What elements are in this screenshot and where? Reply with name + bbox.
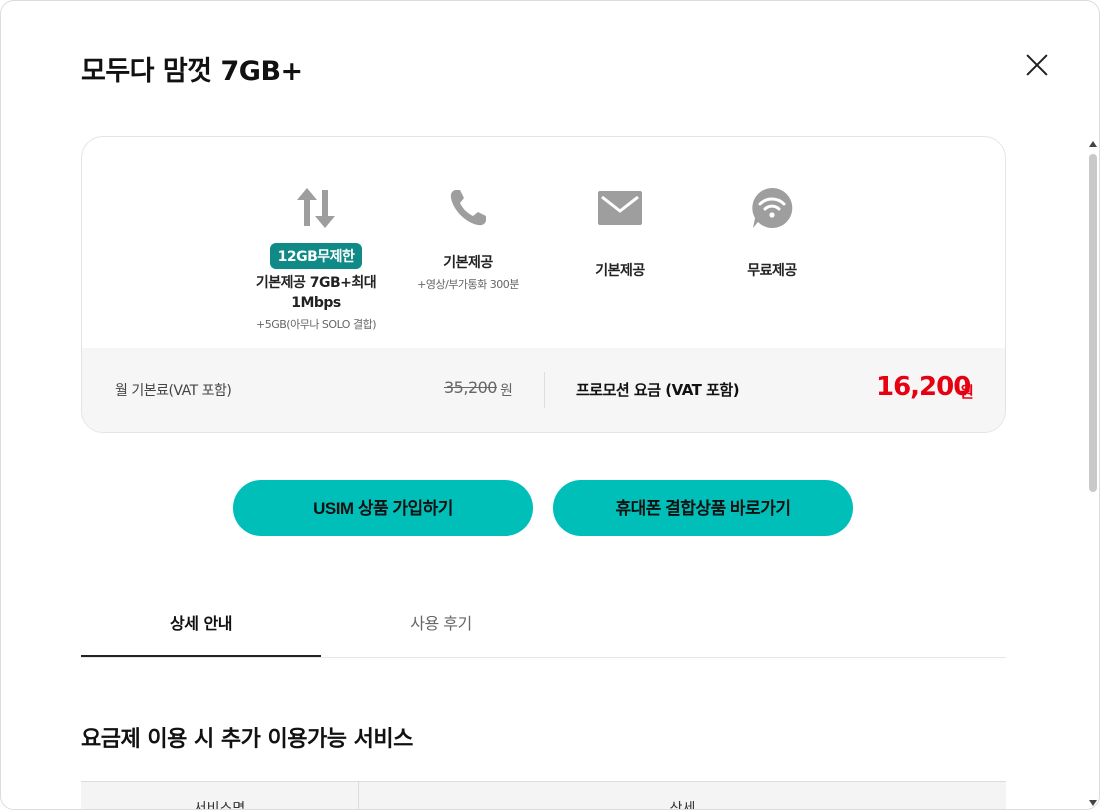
feature-sub-text: +영상/부가통화 300분	[417, 278, 519, 291]
table-header-detail: 상세	[669, 801, 696, 810]
phone-icon	[393, 185, 543, 231]
feature-main-text: 기본제공 7GB+최대1Mbps	[255, 275, 377, 311]
feature-sms: 기본제공	[545, 185, 695, 281]
plan-summary-card: 12GB무제한 기본제공 7GB+최대1Mbps +5GB(아무나 SOLO 결…	[81, 136, 1006, 433]
plan-detail-modal: 모두다 맘껏 7GB+ 12GB무제한 기본제공 7GB+최대1Mbps +5G…	[0, 0, 1100, 810]
promo-price-label: 프로모션 요금 (VAT 포함)	[576, 381, 740, 399]
data-transfer-icon	[241, 185, 391, 231]
feature-wifi: 무료제공	[697, 185, 847, 281]
tab-details[interactable]: 상세 안내	[81, 601, 321, 657]
phone-bundle-button[interactable]: 휴대폰 결합상품 바로가기	[553, 480, 853, 536]
scroll-thumb[interactable]	[1089, 154, 1097, 492]
price-divider	[544, 372, 545, 408]
feature-main-text: 기본제공	[443, 255, 493, 271]
promo-price-unit: 원	[960, 383, 974, 401]
mail-icon	[545, 185, 695, 231]
feature-main-text: 기본제공	[595, 263, 645, 279]
table-header-service-name: 서비스명	[193, 801, 246, 810]
original-price-unit: 원	[500, 383, 513, 399]
tab-reviews[interactable]: 사용 후기	[321, 601, 561, 655]
services-table-header: 서비스명 상세	[81, 781, 1006, 810]
section-title: 요금제 이용 시 추가 이용가능 서비스	[81, 727, 413, 752]
scroll-up-arrow-icon[interactable]	[1089, 141, 1097, 147]
feature-main-text: 무료제공	[747, 263, 797, 279]
wifi-chat-icon	[697, 185, 847, 231]
detail-tabs: 상세 안내 사용 후기	[81, 601, 1006, 658]
modal-title: 모두다 맘껏 7GB+	[81, 56, 303, 87]
feature-data: 12GB무제한 기본제공 7GB+최대1Mbps +5GB(아무나 SOLO 결…	[241, 185, 391, 332]
promo-price: 16,200	[876, 372, 971, 402]
original-price: 35,200	[444, 378, 497, 397]
feature-voice: 기본제공 +영상/부가통화 300분	[393, 185, 543, 292]
scrollbar[interactable]	[1086, 136, 1099, 809]
monthly-fee-label: 월 기본료(VAT 포함)	[115, 383, 232, 399]
data-badge: 12GB무제한	[269, 243, 363, 269]
usim-join-button[interactable]: USIM 상품 가입하기	[233, 480, 533, 536]
price-bar: 월 기본료(VAT 포함) 35,200 원 프로모션 요금 (VAT 포함) …	[82, 348, 1005, 432]
close-icon[interactable]	[1025, 53, 1049, 77]
feature-sub-text: +5GB(아무나 SOLO 결합)	[256, 318, 377, 331]
scroll-down-arrow-icon[interactable]	[1089, 800, 1097, 806]
